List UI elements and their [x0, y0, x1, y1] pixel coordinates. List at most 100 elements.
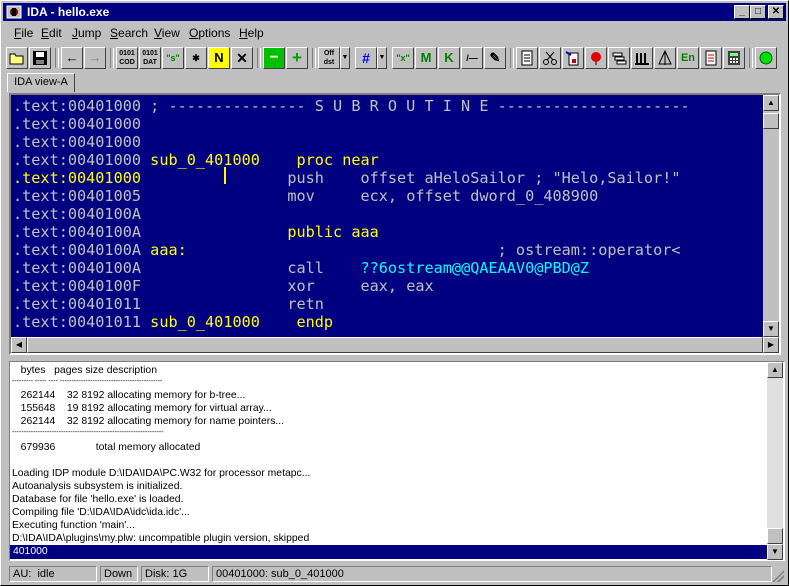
menu-view[interactable]: View: [154, 26, 180, 40]
resize-grip-icon[interactable]: [772, 570, 784, 582]
undefine-button[interactable]: ✱: [185, 47, 207, 69]
calculator-icon: [728, 51, 740, 65]
status-disk: Disk: 1G: [141, 566, 209, 582]
run-button[interactable]: [755, 47, 777, 69]
disasm-line[interactable]: .text:0040100A public aaa: [13, 223, 379, 241]
disasm-vscrollbar[interactable]: ▲ ▼: [763, 95, 779, 337]
scroll-thumb[interactable]: [763, 113, 779, 129]
scroll-up-icon[interactable]: ▲: [763, 95, 779, 111]
address: .text:0040100A: [13, 223, 142, 241]
disasm-line[interactable]: .text:0040100F xor eax, eax: [13, 277, 434, 295]
bars-icon: [635, 53, 649, 65]
disasm-line[interactable]: .text:00401000: [13, 115, 141, 133]
offset-button[interactable]: Off dst: [318, 47, 340, 69]
code-button[interactable]: 0101 COD: [116, 47, 138, 69]
proc-label[interactable]: sub_0_401000: [150, 313, 260, 331]
pen-button[interactable]: ✎: [484, 47, 506, 69]
open-button[interactable]: [6, 47, 28, 69]
dash-button[interactable]: /—: [461, 47, 483, 69]
output-vscrollbar[interactable]: ▲ ▼: [767, 362, 783, 560]
data-button[interactable]: 0101 DAT: [139, 47, 161, 69]
output-line: Loading IDP module D:\IDA\IDA\PC.W32 for…: [12, 468, 311, 479]
arrow-right-icon: →: [88, 50, 102, 65]
minimize-button[interactable]: _: [734, 5, 750, 19]
disasm-line[interactable]: .text:00401000: [13, 133, 141, 151]
hash-button[interactable]: #: [355, 47, 377, 69]
address: .text:00401011: [13, 313, 142, 331]
disasm-line[interactable]: .text:00401011 sub_0_401000 endp: [13, 313, 333, 331]
string-button[interactable]: "s": [162, 47, 184, 69]
ida-app-icon[interactable]: [6, 4, 22, 20]
red-doc-button[interactable]: [700, 47, 722, 69]
stack-button[interactable]: [608, 47, 630, 69]
tree-button[interactable]: [654, 47, 676, 69]
menu-search[interactable]: Search: [110, 26, 148, 40]
x-button[interactable]: "x": [392, 47, 414, 69]
calc-button[interactable]: [723, 47, 745, 69]
menu-file[interactable]: File: [14, 26, 33, 40]
close-button[interactable]: ✕: [768, 5, 784, 19]
tools-button[interactable]: [539, 47, 561, 69]
scroll-down-icon[interactable]: ▼: [763, 321, 779, 337]
expand-button[interactable]: +: [286, 47, 308, 69]
output-window[interactable]: bytes pages size description --------- -…: [9, 361, 785, 561]
disasm-line[interactable]: .text:00401000 sub_0_401000 proc near: [13, 151, 379, 169]
name-button[interactable]: N: [208, 47, 230, 69]
operands[interactable]: eax, eax: [360, 277, 433, 295]
disasm-line[interactable]: .text:00401000 ; --------------- S U B R…: [13, 97, 690, 115]
menu-options[interactable]: Options: [189, 26, 230, 40]
scroll-thumb[interactable]: [767, 528, 783, 544]
document-button[interactable]: [516, 47, 538, 69]
disassembly-view[interactable]: .text:00401000 ; --------------- S U B R…: [9, 93, 781, 355]
command-line[interactable]: 401000: [10, 545, 767, 559]
operands[interactable]: ecx, offset dword_0_408900: [360, 187, 598, 205]
proc-label[interactable]: sub_0_401000: [150, 151, 260, 169]
title-bar[interactable]: IDA - hello.exe _ □ ✕: [3, 3, 786, 21]
scroll-down-icon[interactable]: ▼: [767, 544, 783, 560]
disasm-line[interactable]: .text:0040100A aaa: ; ostream::operator<: [13, 241, 681, 259]
forward-button[interactable]: →: [84, 47, 106, 69]
bars-button[interactable]: [631, 47, 653, 69]
menu-help[interactable]: Help: [239, 26, 264, 40]
save-button[interactable]: [29, 47, 51, 69]
maximize-button[interactable]: □: [750, 5, 766, 19]
external-symbol[interactable]: ??6ostream@@QAEAAV0@PBD@Z: [360, 259, 589, 277]
menu-edit[interactable]: Edit: [41, 26, 62, 40]
address: .text:0040100A: [13, 205, 142, 223]
scroll-right-icon[interactable]: ▶: [763, 337, 779, 353]
tab-ida-view-a[interactable]: IDA view-A: [7, 73, 75, 92]
en-button[interactable]: En: [677, 47, 699, 69]
k-button[interactable]: K: [438, 47, 460, 69]
output-line: Compiling file 'D:\IDA\IDA\idc\ida.idc'.…: [12, 507, 190, 518]
flag-button[interactable]: [585, 47, 607, 69]
output-line: 262144 32 8192 allocating memory for b-t…: [12, 390, 246, 401]
red-flag-icon: [591, 52, 601, 65]
vscroll-track[interactable]: [767, 378, 783, 528]
collapse-button[interactable]: −: [263, 47, 285, 69]
disassembly-listing[interactable]: .text:00401000 ; --------------- S U B R…: [11, 95, 763, 337]
operands[interactable]: offset aHeloSailor ; "Helo,Sailor!": [360, 169, 680, 187]
disasm-hscrollbar[interactable]: ◀ ▶: [11, 337, 779, 353]
m-button[interactable]: M: [415, 47, 437, 69]
mnemonic: mov: [287, 187, 315, 205]
back-button[interactable]: ←: [61, 47, 83, 69]
offset-dropdown[interactable]: ▼: [340, 47, 350, 69]
scroll-left-icon[interactable]: ◀: [11, 337, 27, 353]
separator-comment: ; --------------- S U B R O U T I N E --…: [141, 97, 690, 115]
disasm-line-current[interactable]: .text:00401000 push offset aHeloSailor ;…: [13, 169, 681, 187]
document-icon: [521, 50, 533, 66]
disasm-line[interactable]: .text:00401011 retn: [13, 295, 324, 313]
address: .text:00401000: [13, 97, 142, 115]
text-cursor: [224, 167, 226, 184]
hash-dropdown[interactable]: ▼: [377, 47, 387, 69]
hscroll-thumb[interactable]: [27, 337, 763, 353]
delete-button[interactable]: ✕: [231, 47, 253, 69]
disasm-line[interactable]: .text:0040100A call ??6ostream@@QAEAAV0@…: [13, 259, 589, 277]
output-line: D:\IDA\IDA\plugins\my.plw: uncompatible …: [12, 533, 310, 544]
menu-jump[interactable]: Jump: [72, 26, 101, 40]
scroll-up-icon[interactable]: ▲: [767, 362, 783, 378]
doc-arrow-button[interactable]: [562, 47, 584, 69]
disasm-line[interactable]: .text:0040100A: [13, 205, 141, 223]
aaa-label[interactable]: aaa:: [150, 241, 187, 259]
disasm-line[interactable]: .text:00401005 mov ecx, offset dword_0_4…: [13, 187, 598, 205]
